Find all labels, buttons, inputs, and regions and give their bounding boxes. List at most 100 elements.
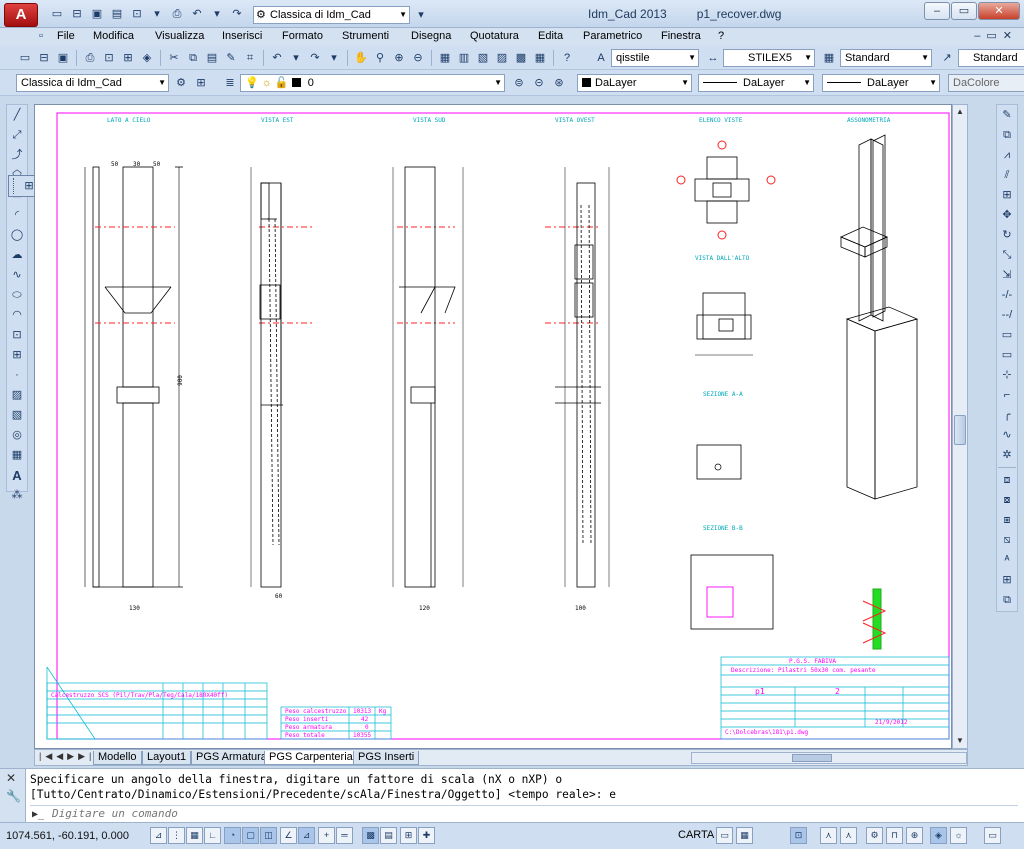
tool-palette-icon[interactable]: ▧ [474,49,492,67]
dim-style-select[interactable]: STILEX5 ▼ [723,49,815,67]
break-point-icon[interactable]: ▭ [998,326,1016,344]
make-current-layer-icon[interactable]: ⊜ [510,74,528,92]
tab-navigation-icons[interactable]: |◀◀▶▶| [39,751,95,762]
menu-disegna[interactable]: Disegna [411,30,451,42]
table-style-select[interactable]: Standard ▼ [840,49,932,67]
scroll-down-icon[interactable]: ▼ [953,734,967,748]
dynamic-input-icon[interactable]: + [318,827,335,844]
document-window-controls[interactable]: –▭✕ [974,29,1018,42]
horizontal-scrollbar[interactable] [691,752,967,764]
object-snap-icon[interactable]: ▢ [242,827,259,844]
3d-object-snap-icon[interactable]: ◫ [260,827,277,844]
polar-tracking-icon[interactable]: ◔ [224,827,241,844]
lightbulb-icon[interactable]: ☼ [950,827,967,844]
chevron-down-icon[interactable]: ▾ [148,5,166,23]
drawing-canvas[interactable]: LATO A CIELO VISTA EST VISTA SUD VISTA O… [34,104,952,749]
arc-icon[interactable]: ◜ [8,206,26,224]
design-center-icon[interactable]: ▥ [455,49,473,67]
3d-dwf-icon[interactable]: ◈ [138,49,156,67]
point-icon[interactable]: · [8,366,26,384]
print-icon[interactable]: ⎙ [81,49,99,67]
help-icon[interactable]: ? [558,49,576,67]
layer-previous-icon[interactable]: ⊝ [530,74,548,92]
open-icon[interactable]: ⊟ [68,5,86,23]
draworder-above-icon[interactable]: ⧆ [998,511,1016,529]
new-icon[interactable]: ▭ [16,49,34,67]
text-style-select[interactable]: qisstile ▼ [611,49,699,67]
menu-inserisci[interactable]: Inserisci [222,30,262,42]
menu-finestra[interactable]: Finestra [661,30,701,42]
text-style-icon[interactable]: A [592,49,610,67]
toolbar-grip[interactable] [13,178,16,194]
hatch-icon[interactable]: ▨ [8,386,26,404]
publish-icon[interactable]: ⊞ [119,49,137,67]
multileader-style-icon[interactable]: ↗ [938,49,956,67]
save-icon[interactable]: ▣ [88,5,106,23]
gear-icon[interactable]: ⚙ [172,74,190,92]
undo-icon[interactable]: ↶ [188,5,206,23]
print-icon[interactable]: ⎙ [168,5,186,23]
markup-icon[interactable]: ▩ [512,49,530,67]
preview-icon[interactable]: ⊡ [100,49,118,67]
draworder-back-icon[interactable]: ⧇ [998,491,1016,509]
bring-to-front-icon[interactable]: ⧉ [998,591,1016,609]
coordinates-readout[interactable]: 1074.561, -60.191, 0.000 [6,830,129,842]
tab-pgs-armatura[interactable]: PGS Armatura [191,751,272,765]
linetype-select[interactable]: DaLayer ▼ [698,74,814,92]
wrench-icon[interactable]: 🔧 [6,789,21,803]
zoom-previous-icon[interactable]: ⊖ [409,49,427,67]
save-icon[interactable]: ▣ [54,49,72,67]
horizontal-scroll-thumb[interactable] [792,754,832,762]
menu-quotatura[interactable]: Quotatura [470,30,519,42]
snap-tracking-icon[interactable]: ∠ [280,827,297,844]
pan-icon[interactable]: ✋ [352,49,370,67]
command-input[interactable]: ▶_ Digitare un comando [30,805,1018,821]
plot-preview-icon[interactable]: ⊡ [128,5,146,23]
chamfer-icon[interactable]: ⌐ [998,386,1016,404]
dim-style-icon[interactable]: ↔ [704,49,722,67]
vertical-scroll-thumb[interactable] [954,415,966,445]
layer-state-icon[interactable]: ⊛ [550,74,568,92]
zoom-window-icon[interactable]: ⊕ [390,49,408,67]
menu-edita[interactable]: Edita [538,30,563,42]
offset-icon[interactable]: ⫽ [998,166,1016,184]
array-icon[interactable]: ⊞ [998,186,1016,204]
join-icon[interactable]: ⊹ [998,366,1016,384]
menu-strumenti[interactable]: Strumenti [342,30,389,42]
multileader-style-select[interactable]: Standard [958,49,1024,67]
quick-view-layouts-icon[interactable]: ▭ [716,827,733,844]
break-icon[interactable]: ▭ [998,346,1016,364]
insert-block-icon[interactable]: ⊡ [8,326,26,344]
chevron-down-icon[interactable]: ▾ [208,5,226,23]
annotation-monitor-icon[interactable]: ✚ [418,827,435,844]
menu-visualizza[interactable]: Visualizza [155,30,204,42]
minimize-button[interactable]: – [924,2,950,20]
plotstyle-select[interactable]: DaColore [948,74,1024,92]
clean-screen-icon[interactable]: ▭ [984,827,1001,844]
menu-file[interactable]: File [57,30,75,42]
polyline-icon[interactable]: ⤴ [8,146,26,164]
customize-qat-icon[interactable]: ▾ [412,6,430,24]
stretch-icon[interactable]: ⇲ [998,266,1016,284]
quick-properties-icon[interactable]: ▤ [380,827,397,844]
ellipse-arc-icon[interactable]: ◠ [8,306,26,324]
cut-icon[interactable]: ✂ [165,49,183,67]
make-block-icon[interactable]: ⊞ [8,346,26,364]
block-editor-icon[interactable]: ⌗ [241,49,259,67]
fillet-icon[interactable]: ╭ [998,406,1016,424]
workspace-switching-icon[interactable]: ⚙ [866,827,883,844]
sheet-set-icon[interactable]: ▨ [493,49,511,67]
selection-cycling-icon[interactable]: ⊞ [400,827,417,844]
snap-mode-icon[interactable]: ⋮ [168,827,185,844]
menu-help[interactable]: ? [718,30,724,42]
annotation-visibility-icon[interactable]: ⋏ [840,827,857,844]
scale-icon[interactable]: ⤡ [998,246,1016,264]
close-icon[interactable]: ✕ [6,771,16,785]
draworder-under-icon[interactable]: ⧅ [998,531,1016,549]
region-icon[interactable]: ◎ [8,426,26,444]
erase-icon[interactable]: ✎ [998,106,1016,124]
menu-modifica[interactable]: Modifica [93,30,134,42]
construction-line-icon[interactable]: ⤢ [8,126,26,144]
dynamic-ucs-icon[interactable]: ⊿ [298,827,315,844]
table-icon[interactable]: ▦ [8,446,26,464]
